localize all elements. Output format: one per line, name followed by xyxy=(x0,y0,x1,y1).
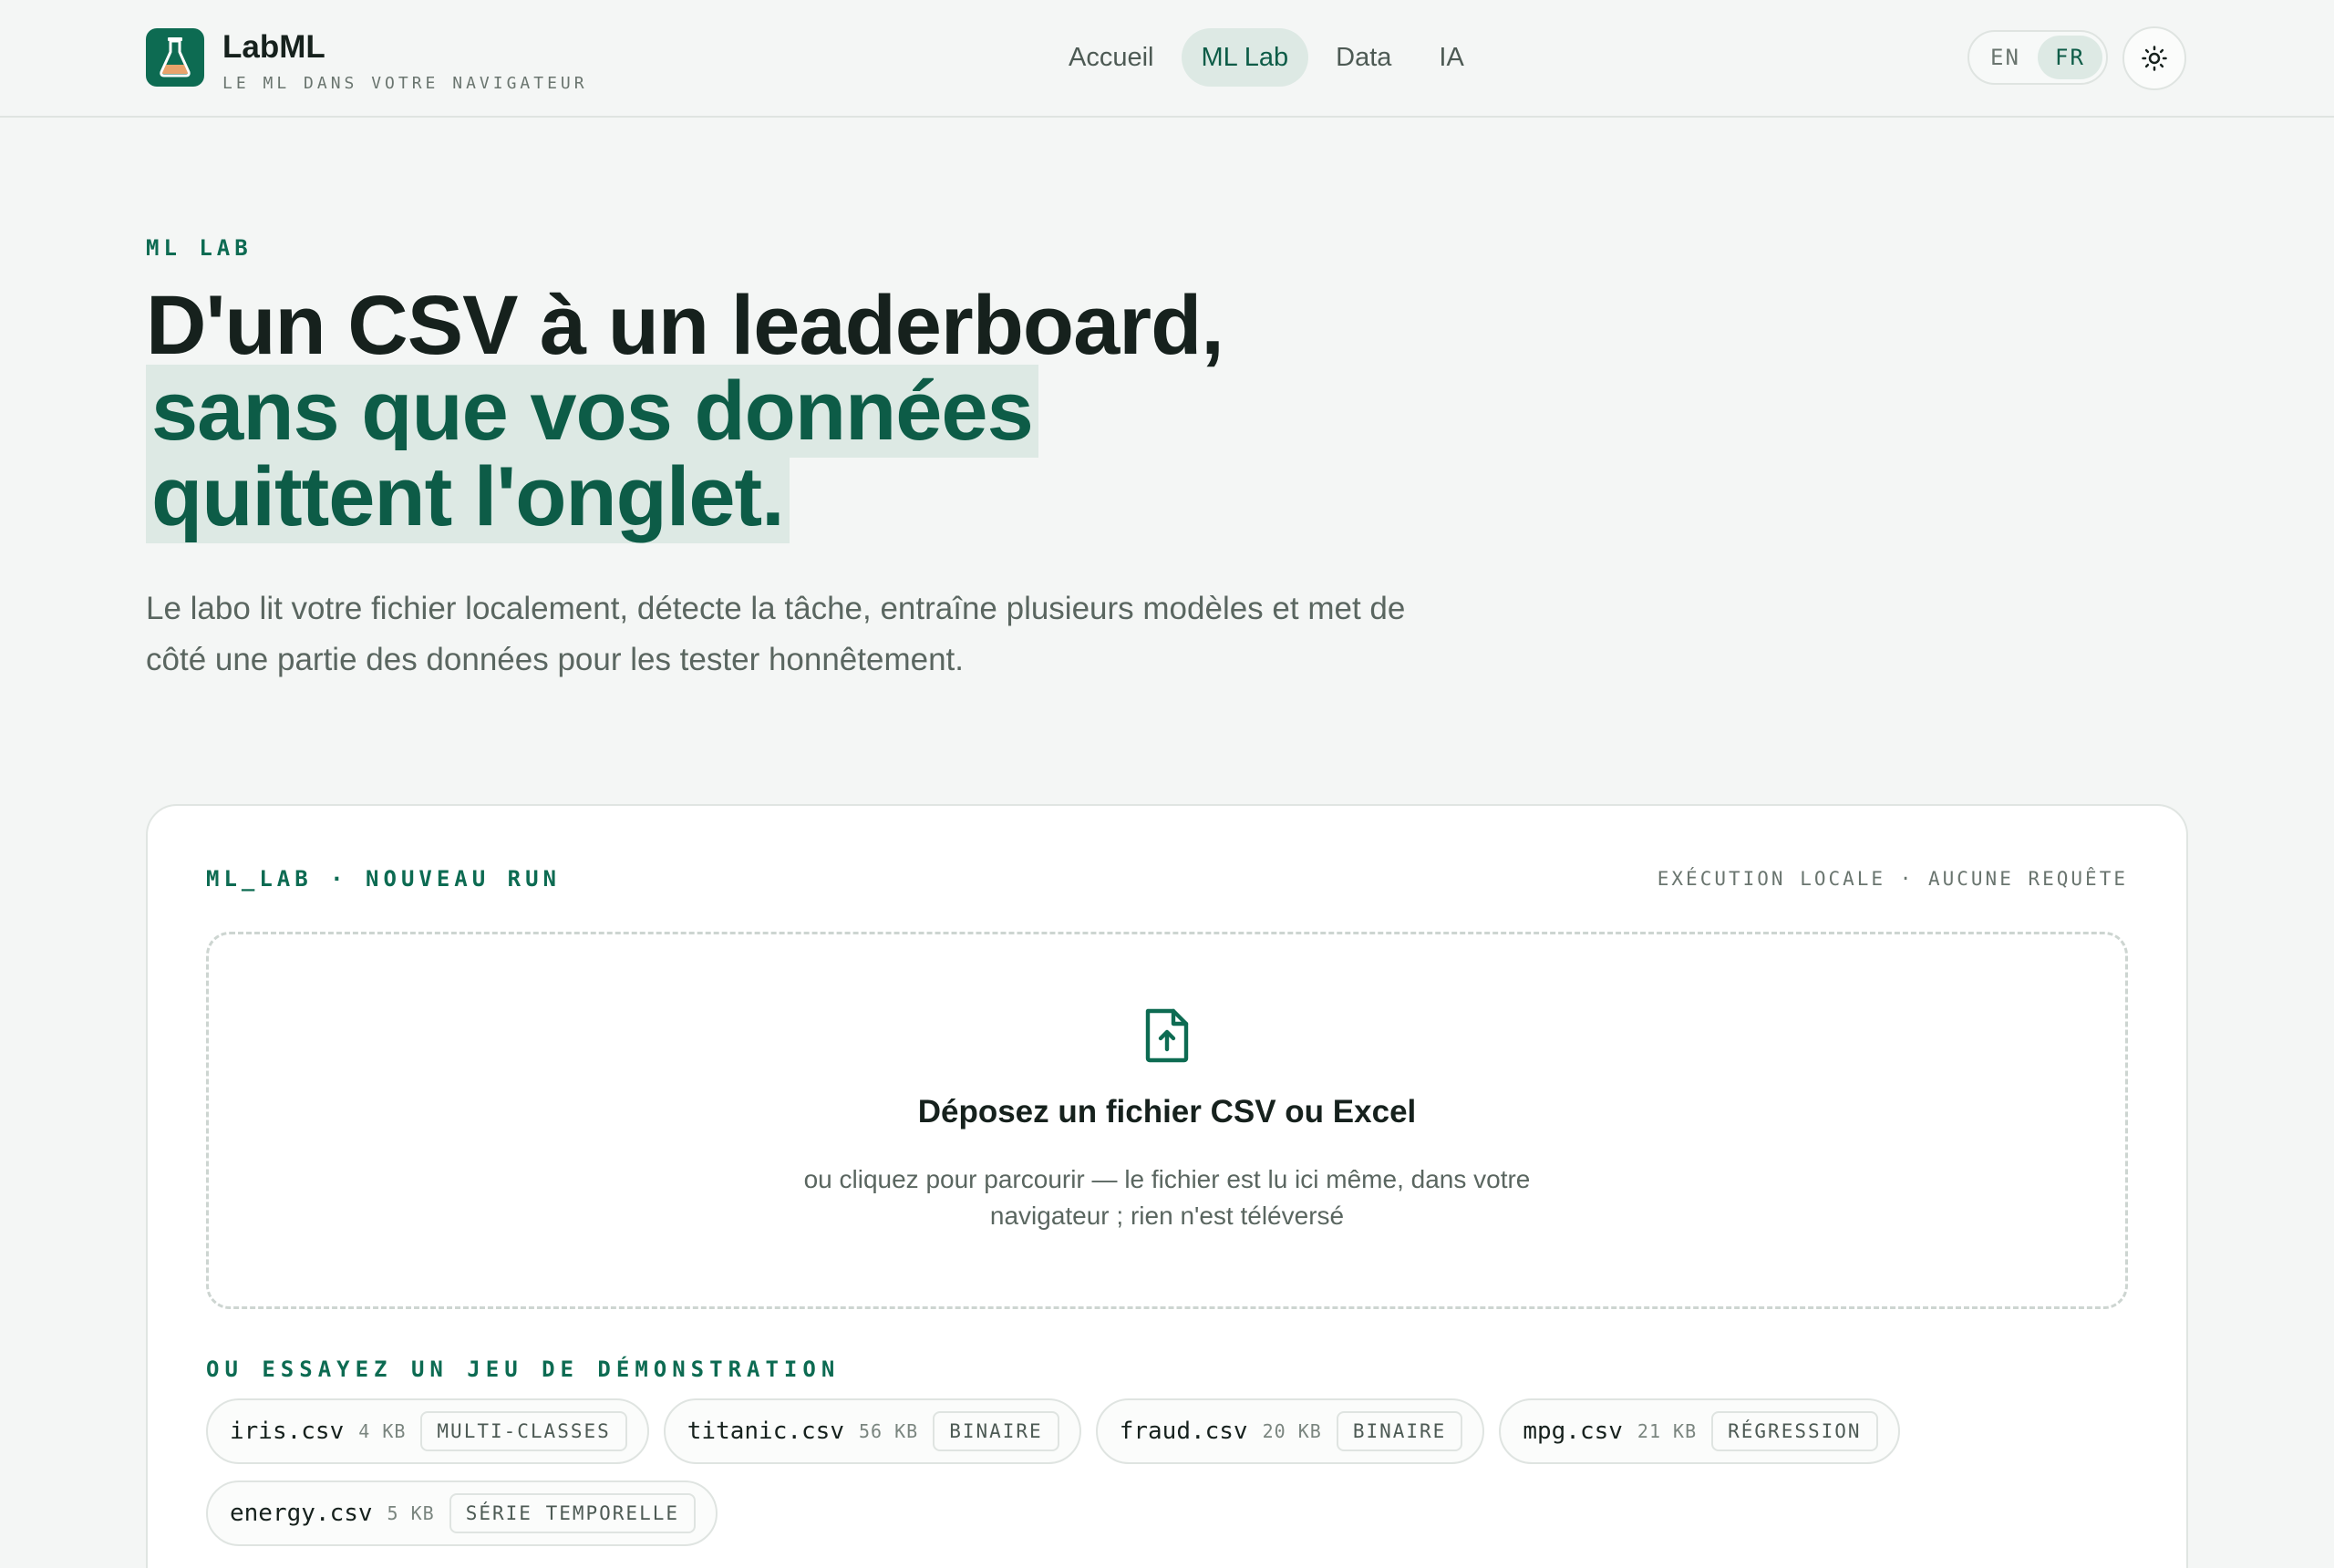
new-run-card: ML_LAB · NOUVEAU RUN EXÉCUTION LOCALE · … xyxy=(146,804,2188,1568)
dataset-name: fraud.csv xyxy=(1119,1418,1248,1445)
flask-icon xyxy=(146,28,204,87)
card-label: ML_LAB · NOUVEAU RUN xyxy=(206,866,561,892)
dataset-task-tag: RÉGRESSION xyxy=(1711,1411,1878,1451)
card-meta: EXÉCUTION LOCALE · AUCUNE REQUÊTE xyxy=(1657,868,2128,890)
hero-subtitle: Le labo lit votre fichier localement, dé… xyxy=(146,591,1406,677)
lang-en-button[interactable]: EN xyxy=(1973,36,2038,79)
top-navbar: LabML LE ML DANS VOTRE NAVIGATEUR Accuei… xyxy=(0,0,2334,118)
dataset-chip-titanic[interactable]: titanic.csv 56 KB BINAIRE xyxy=(663,1398,1081,1464)
dataset-size: 21 KB xyxy=(1637,1420,1698,1442)
file-dropzone[interactable]: Déposez un fichier CSV ou Excel ou cliqu… xyxy=(206,932,2128,1309)
brand-tagline: LE ML DANS VOTRE NAVIGATEUR xyxy=(222,74,588,93)
dataset-name: energy.csv xyxy=(230,1500,373,1527)
dataset-name: mpg.csv xyxy=(1523,1418,1623,1445)
sun-icon xyxy=(2142,46,2167,71)
dataset-size: 4 KB xyxy=(358,1420,407,1442)
dataset-name: titanic.csv xyxy=(687,1418,844,1445)
hero-title-plain: D'un CSV à un leaderboard, xyxy=(146,279,1224,372)
lang-fr-button[interactable]: FR xyxy=(2038,36,2102,79)
language-switcher: EN FR xyxy=(1967,30,2108,85)
dataset-task-tag: SÉRIE TEMPORELLE xyxy=(449,1493,697,1533)
hero-title-highlight: sans que vos données quittent l'onglet. xyxy=(146,365,1038,543)
dataset-chip-mpg[interactable]: mpg.csv 21 KB RÉGRESSION xyxy=(1499,1398,1900,1464)
theme-toggle-button[interactable] xyxy=(2122,26,2186,90)
file-upload-icon xyxy=(1142,1007,1192,1068)
hero-eyebrow: ML LAB xyxy=(146,235,253,261)
nav-item-data[interactable]: Data xyxy=(1316,28,1411,87)
dataset-size: 5 KB xyxy=(387,1502,435,1524)
dropzone-title: Déposez un fichier CSV ou Excel xyxy=(917,1094,1417,1130)
dataset-name: iris.csv xyxy=(230,1418,345,1445)
dataset-size: 56 KB xyxy=(858,1420,919,1442)
dataset-chip-energy[interactable]: energy.csv 5 KB SÉRIE TEMPORELLE xyxy=(206,1480,718,1546)
dataset-size: 20 KB xyxy=(1262,1420,1322,1442)
nav-item-ml-lab[interactable]: ML Lab xyxy=(1181,28,1309,87)
hero-title: D'un CSV à un leaderboard, sans que vos … xyxy=(146,283,1331,543)
nav-item-ia[interactable]: IA xyxy=(1419,28,1483,87)
dataset-task-tag: BINAIRE xyxy=(933,1411,1059,1451)
demo-datasets-label: OU ESSAYEZ UN JEU DE DÉMONSTRATION xyxy=(206,1357,841,1382)
brand-name: LabML xyxy=(222,29,325,65)
dataset-chip-iris[interactable]: iris.csv 4 KB MULTI-CLASSES xyxy=(206,1398,649,1464)
main-nav: Accueil ML Lab Data IA xyxy=(1048,28,1484,87)
dataset-task-tag: MULTI-CLASSES xyxy=(420,1411,627,1451)
nav-item-accueil[interactable]: Accueil xyxy=(1048,28,1174,87)
dropzone-subtitle: ou cliquez pour parcourir — le fichier e… xyxy=(803,1165,1531,1230)
dataset-task-tag: BINAIRE xyxy=(1336,1411,1463,1451)
dataset-chip-fraud[interactable]: fraud.csv 20 KB BINAIRE xyxy=(1095,1398,1485,1464)
demo-dataset-list: iris.csv 4 KB MULTI-CLASSES titanic.csv … xyxy=(206,1398,2011,1546)
brand[interactable]: LabML LE ML DANS VOTRE NAVIGATEUR xyxy=(146,28,588,93)
